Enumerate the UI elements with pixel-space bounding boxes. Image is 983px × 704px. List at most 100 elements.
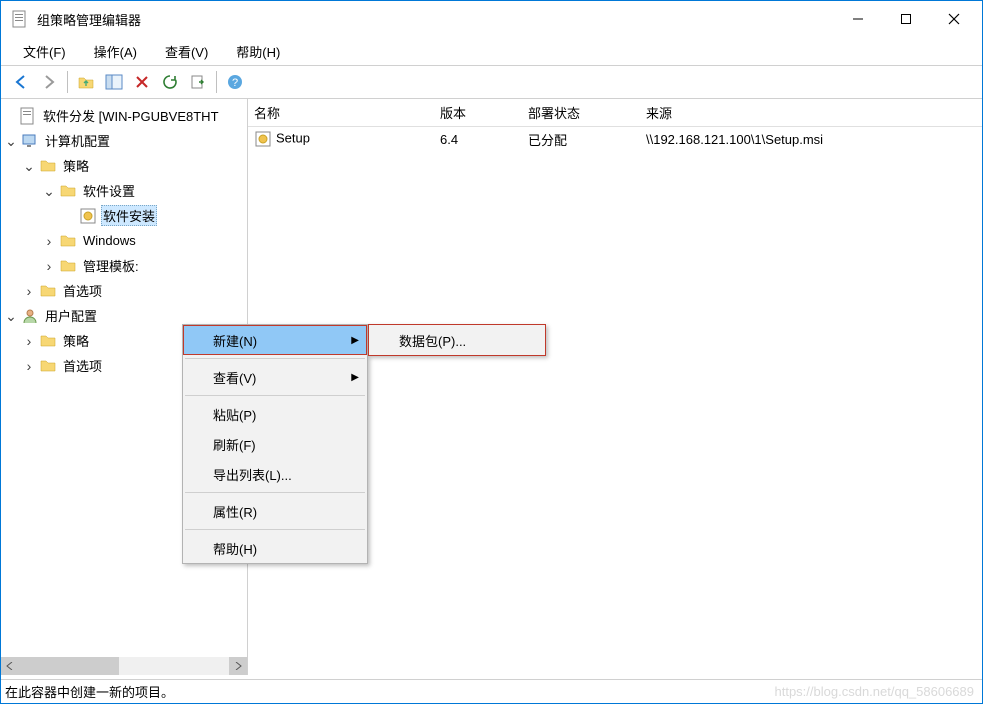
toolbar-separator xyxy=(216,71,217,93)
window-title: 组策略管理编辑器 xyxy=(37,10,834,29)
folder-icon xyxy=(59,182,77,200)
tree-label: 策略 xyxy=(63,159,89,174)
menu-item-refresh[interactable]: 刷新(F) xyxy=(183,429,367,459)
watermark: https://blog.csdn.net/qq_58606689 xyxy=(775,684,975,699)
user-icon xyxy=(21,307,39,325)
tree-label: 策略 xyxy=(63,334,89,349)
menu-item-label: 数据包(P)... xyxy=(399,331,466,350)
tree-label: 管理模板: xyxy=(83,259,139,274)
tree-label: 软件设置 xyxy=(83,184,135,199)
toolbar-separator xyxy=(67,71,68,93)
scroll-right-icon[interactable] xyxy=(229,657,247,675)
tree-label: 首选项 xyxy=(63,284,102,299)
help-icon[interactable]: ? xyxy=(222,69,248,95)
column-state[interactable]: 部署状态 xyxy=(522,99,640,126)
tree-label: 计算机配置 xyxy=(45,134,110,149)
folder-icon xyxy=(39,282,57,300)
close-button[interactable] xyxy=(930,4,978,34)
menu-item-paste[interactable]: 粘贴(P) xyxy=(183,399,367,429)
menu-item-view[interactable]: 查看(V) ▶ xyxy=(183,362,367,392)
menu-item-label: 查看(V) xyxy=(213,368,256,387)
cell-version: 6.4 xyxy=(434,132,522,147)
menu-view[interactable]: 查看(V) xyxy=(151,38,222,65)
refresh-icon[interactable] xyxy=(157,69,183,95)
folder-icon xyxy=(39,157,57,175)
cell-name: Setup xyxy=(276,130,310,145)
expand-icon[interactable]: › xyxy=(21,359,37,373)
submenu-arrow-icon: ▶ xyxy=(351,335,359,346)
tree-software-install[interactable]: 软件安装 xyxy=(1,203,247,228)
menu-item-label: 新建(N) xyxy=(213,331,257,350)
app-icon xyxy=(11,10,29,28)
menu-help[interactable]: 帮助(H) xyxy=(222,38,294,65)
svg-text:?: ? xyxy=(232,77,238,89)
show-hide-tree-icon[interactable] xyxy=(101,69,127,95)
installer-icon xyxy=(254,130,272,148)
column-source[interactable]: 来源 xyxy=(640,99,982,126)
menu-separator xyxy=(185,358,365,359)
menu-item-export-list[interactable]: 导出列表(L)... xyxy=(183,459,367,489)
title-bar: 组策略管理编辑器 xyxy=(1,1,982,37)
policy-icon xyxy=(19,107,37,125)
menu-separator xyxy=(185,395,365,396)
submenu-arrow-icon: ▶ xyxy=(351,372,359,383)
expand-icon[interactable]: › xyxy=(21,334,37,348)
status-text: 在此容器中创建一新的项目。 xyxy=(5,682,174,701)
context-submenu: 数据包(P)... xyxy=(368,324,546,356)
folder-icon xyxy=(39,332,57,350)
folder-icon xyxy=(59,232,77,250)
tree-label: 软件安装 xyxy=(103,209,155,224)
folder-icon xyxy=(39,357,57,375)
tree-windows-settings[interactable]: › Windows xyxy=(1,228,247,253)
menu-bar: 文件(F) 操作(A) 查看(V) 帮助(H) xyxy=(1,37,982,65)
tree-preferences[interactable]: › 首选项 xyxy=(1,278,247,303)
column-version[interactable]: 版本 xyxy=(434,99,522,126)
scrollbar-track[interactable] xyxy=(119,657,229,675)
tree-label: 软件分发 [WIN-PGUBVE8THT xyxy=(43,109,219,124)
menu-item-properties[interactable]: 属性(R) xyxy=(183,496,367,526)
collapse-icon[interactable]: ⌄ xyxy=(3,309,19,323)
menu-item-label: 属性(R) xyxy=(213,502,257,521)
delete-icon[interactable] xyxy=(129,69,155,95)
tree-policies[interactable]: ⌄ 策略 xyxy=(1,153,247,178)
tree-software-settings[interactable]: ⌄ 软件设置 xyxy=(1,178,247,203)
collapse-icon[interactable]: ⌄ xyxy=(41,184,57,198)
tree-label: Windows xyxy=(83,233,136,248)
context-menu: 新建(N) ▶ 查看(V) ▶ 粘贴(P) 刷新(F) 导出列表(L)... 属… xyxy=(182,324,368,564)
cell-state: 已分配 xyxy=(522,130,640,149)
scrollbar-thumb[interactable] xyxy=(19,657,119,675)
tree-computer-config[interactable]: ⌄ 计算机配置 xyxy=(1,128,247,153)
list-row[interactable]: Setup 6.4 已分配 \\192.168.121.100\1\Setup.… xyxy=(248,127,982,151)
menu-separator xyxy=(185,529,365,530)
menu-item-package[interactable]: 数据包(P)... xyxy=(369,325,545,355)
collapse-icon[interactable]: ⌄ xyxy=(21,159,37,173)
list-header: 名称 版本 部署状态 来源 xyxy=(248,99,982,127)
expand-icon[interactable]: › xyxy=(21,284,37,298)
main-content: 软件分发 [WIN-PGUBVE8THT ⌄ 计算机配置 ⌄ 策略 ⌄ 软件设置… xyxy=(1,99,982,675)
collapse-icon[interactable]: ⌄ xyxy=(3,134,19,148)
menu-item-help[interactable]: 帮助(H) xyxy=(183,533,367,563)
expand-icon[interactable]: › xyxy=(41,234,57,248)
column-name[interactable]: 名称 xyxy=(248,99,434,126)
maximize-button[interactable] xyxy=(882,4,930,34)
tree-admin-templates[interactable]: › 管理模板: xyxy=(1,253,247,278)
horizontal-scrollbar[interactable] xyxy=(1,657,247,675)
menu-item-new[interactable]: 新建(N) ▶ xyxy=(183,325,367,355)
toolbar: ? xyxy=(1,66,982,98)
cell-source: \\192.168.121.100\1\Setup.msi xyxy=(640,132,982,147)
menu-separator xyxy=(185,492,365,493)
scroll-left-icon[interactable] xyxy=(1,657,19,675)
export-list-icon[interactable] xyxy=(185,69,211,95)
expand-icon[interactable]: › xyxy=(41,259,57,273)
menu-action[interactable]: 操作(A) xyxy=(80,38,151,65)
menu-item-label: 刷新(F) xyxy=(213,435,256,454)
minimize-button[interactable] xyxy=(834,4,882,34)
menu-item-label: 导出列表(L)... xyxy=(213,465,292,484)
back-button[interactable] xyxy=(8,69,34,95)
forward-button[interactable] xyxy=(36,69,62,95)
menu-file[interactable]: 文件(F) xyxy=(9,38,80,65)
installer-icon xyxy=(79,207,97,225)
menu-item-label: 粘贴(P) xyxy=(213,405,256,424)
tree-root[interactable]: 软件分发 [WIN-PGUBVE8THT xyxy=(1,103,247,128)
up-folder-icon[interactable] xyxy=(73,69,99,95)
